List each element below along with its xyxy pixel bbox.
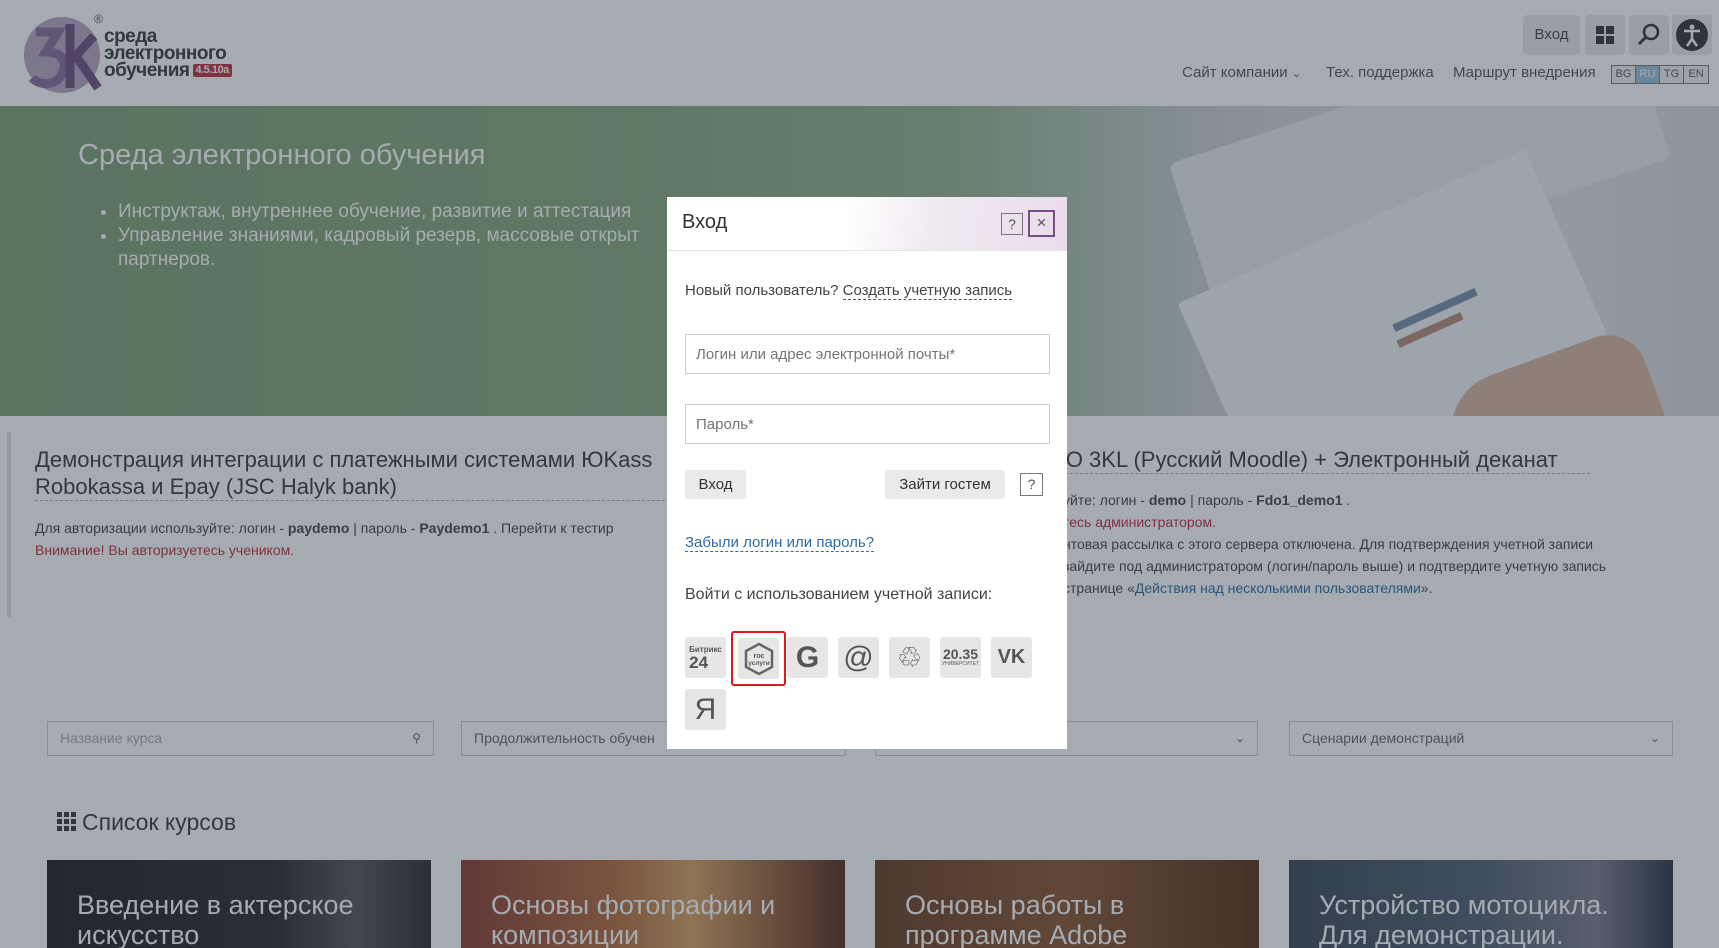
svg-text:услуги: услуги: [748, 660, 769, 667]
gosuslugi-login-button[interactable]: гос услуги: [731, 631, 786, 686]
password-input[interactable]: [685, 404, 1050, 444]
login-input[interactable]: [685, 334, 1050, 374]
help-button[interactable]: ?: [1001, 213, 1023, 235]
yandex-icon: Я: [694, 692, 717, 726]
recycle-icon: ♲: [896, 642, 923, 673]
close-button[interactable]: ×: [1028, 210, 1055, 237]
svg-text:гос: гос: [753, 653, 764, 660]
login-dialog: Вход ? × Новый пользователь? Создать уче…: [667, 197, 1067, 749]
create-account-link[interactable]: Создать учетную запись: [842, 282, 1013, 300]
vk-login-button[interactable]: VK: [991, 637, 1032, 678]
new-user-text: Новый пользователь?: [685, 282, 843, 299]
mailru-login-button[interactable]: @: [838, 637, 879, 678]
gosuslugi-icon: гос услуги: [738, 638, 779, 679]
guest-help-button[interactable]: ?: [1020, 473, 1043, 496]
login-dialog-title: Вход: [682, 211, 728, 233]
login-dialog-header: Вход ? ×: [667, 197, 1067, 251]
close-icon: ×: [1036, 213, 1047, 232]
vk-icon: VK: [997, 646, 1026, 668]
mail-at-icon: @: [843, 640, 874, 674]
google-login-button[interactable]: G: [787, 637, 828, 678]
yandex-login-button[interactable]: Я: [685, 689, 726, 730]
oauth-label: Войти с использованием учетной записи:: [685, 586, 993, 603]
bitrix24-icon: Битрикс 24: [689, 644, 722, 672]
university2035-subtitle: УНИВЕРСИТЕТ: [942, 661, 979, 667]
recycle-login-button[interactable]: ♲: [889, 637, 930, 678]
university2035-icon: 20.35: [942, 646, 979, 662]
bitrix24-login-button[interactable]: Битрикс 24: [685, 637, 726, 678]
guest-login-button[interactable]: Зайти гостем: [885, 470, 1005, 499]
university2035-login-button[interactable]: 20.35 УНИВЕРСИТЕТ: [940, 637, 981, 678]
forgot-password-link[interactable]: Забыли логин или пароль?: [685, 534, 875, 552]
login-submit-button[interactable]: Вход: [685, 470, 746, 499]
google-icon: G: [795, 640, 820, 674]
new-user-prompt: Новый пользователь? Создать учетную запи…: [685, 282, 1013, 300]
